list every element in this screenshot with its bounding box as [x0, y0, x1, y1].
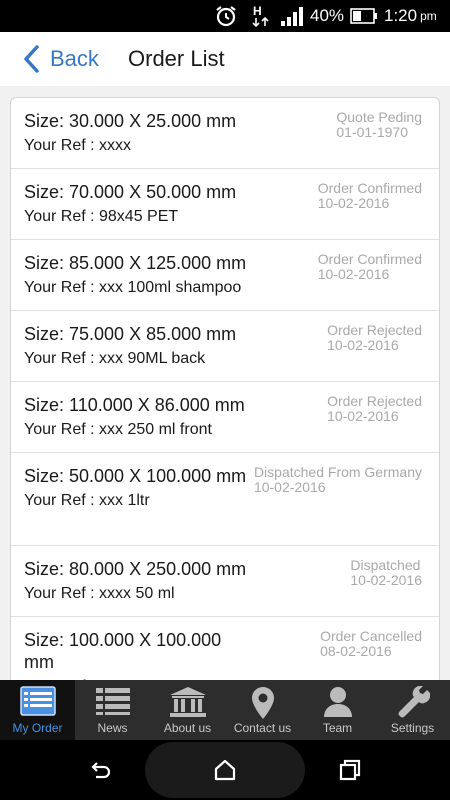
page-title: Order List	[128, 46, 225, 71]
recent-apps-icon[interactable]	[338, 758, 362, 787]
chevron-left-icon	[24, 45, 39, 73]
tab-news[interactable]: News	[75, 680, 150, 740]
order-row[interactable]: Size: 30.000 X 25.000 mm Your Ref : xxxx Q…	[11, 98, 439, 169]
order-row[interactable]: Size: 85.000 X 125.000 mm Your Ref : xxx …	[11, 240, 439, 311]
my-order-icon	[19, 686, 56, 721]
tab-settings[interactable]: Settings	[375, 680, 450, 740]
order-status-block: Order Confirmed 10-02-2016	[318, 252, 422, 282]
order-status: Order Rejected	[327, 322, 422, 338]
order-status-block: Order Cancelled 08-02-2016	[320, 629, 422, 659]
order-list: Size: 30.000 X 25.000 mm Your Ref : xxxx Q…	[10, 97, 440, 680]
order-date: 01-01-1970	[336, 124, 408, 140]
order-list-area[interactable]: Size: 30.000 X 25.000 mm Your Ref : xxxx Q…	[0, 86, 450, 680]
back-nav-icon[interactable]	[88, 758, 112, 787]
order-date: 10-02-2016	[327, 337, 399, 353]
order-date: 08-02-2016	[320, 643, 392, 659]
order-status: Dispatched From Germany	[253, 464, 422, 480]
wrench-icon	[396, 685, 430, 725]
bottom-tab-bar: My Order News About us Contact us Team Settin…	[0, 680, 450, 740]
order-size: Size: 75.000 X 85.000 mm	[24, 324, 237, 344]
order-date: 10-02-2016	[317, 266, 390, 282]
tab-label: Team	[322, 721, 353, 735]
bank-building-icon	[168, 686, 208, 723]
order-date: 10-02-2016	[327, 408, 399, 424]
order-size: Size: 100.000 X 100.000 mm	[24, 630, 222, 672]
order-status-block: Order Rejected 10-02-2016	[327, 323, 422, 353]
battery-percent: 40%	[310, 6, 345, 25]
order-status-block: Dispatched From Germany 10-02-2016	[254, 465, 422, 495]
order-row[interactable]: Size: 110.000 X 86.000 mm Your Ref : xxx …	[11, 382, 439, 453]
person-icon	[323, 686, 353, 723]
alarm-clock-icon	[214, 0, 238, 32]
back-label: Back	[50, 46, 99, 71]
news-list-icon	[95, 686, 131, 721]
tab-team[interactable]: Team	[300, 680, 375, 740]
home-nav-icon[interactable]	[213, 758, 237, 787]
order-row[interactable]: Size: 80.000 X 250.000 mm Your Ref : xxxx…	[11, 546, 439, 617]
clock-ampm: pm	[420, 9, 437, 23]
network-type-icon: H	[250, 0, 272, 32]
order-status: Order Cancelled	[320, 628, 422, 644]
clock-time: 1:20	[384, 6, 418, 25]
order-row[interactable]: Size: 70.000 X 50.000 mm Your Ref : 98x45…	[11, 169, 439, 240]
order-date: 10-02-2016	[350, 572, 422, 588]
battery-icon	[350, 0, 378, 32]
tab-my-order[interactable]: My Order	[0, 680, 75, 740]
location-pin-icon	[251, 686, 275, 725]
tab-contact-us[interactable]: Contact us	[225, 680, 300, 740]
order-status: Quote Peding	[336, 109, 422, 125]
order-status: Order Confirmed	[317, 180, 422, 196]
order-status: Order Confirmed	[317, 251, 422, 267]
order-status-block: Order Confirmed 10-02-2016	[318, 181, 422, 211]
order-status-block: Dispatched 10-02-2016	[350, 558, 422, 588]
order-date: 10-02-2016	[253, 479, 326, 495]
signal-strength-icon	[280, 0, 304, 32]
network-type-label: H	[253, 4, 262, 18]
order-status-block: Order Rejected 10-02-2016	[327, 394, 422, 424]
order-row[interactable]: Size: 100.000 X 100.000 mmYour Ref : tes…	[11, 617, 439, 681]
order-size: Size: 30.000 X 25.000 mm	[24, 111, 237, 131]
order-status-block: Quote Peding 01-01-1970	[336, 110, 422, 140]
system-nav-bar	[0, 740, 450, 800]
order-size: Size: 85.000 X 125.000 mm	[24, 253, 247, 273]
order-row[interactable]: Size: 50.000 X 100.000 mm Your Ref : xxx …	[11, 453, 439, 546]
tab-label: News	[97, 721, 128, 735]
order-status: Dispatched	[350, 557, 421, 573]
order-date: 10-02-2016	[317, 195, 390, 211]
order-size: Size: 110.000 X 86.000 mm	[24, 395, 245, 415]
order-status: Order Rejected	[327, 393, 422, 409]
tab-about-us[interactable]: About us	[150, 680, 225, 740]
clock: 1:20 pm	[384, 0, 437, 32]
order-size: Size: 80.000 X 250.000 mm	[24, 559, 247, 579]
status-bar: H 40% 1:20 pm	[0, 0, 450, 32]
order-size: Size: 50.000 X 100.000 mm	[24, 466, 247, 486]
back-button[interactable]: Back	[22, 40, 99, 78]
order-size: Size: 70.000 X 50.000 mm	[24, 182, 237, 202]
tab-label: About us	[163, 721, 212, 735]
order-row[interactable]: Size: 75.000 X 85.000 mm Your Ref : xxx 9…	[11, 311, 439, 382]
tab-label: My Order	[12, 721, 63, 735]
app-header: Back Order List	[0, 32, 450, 86]
